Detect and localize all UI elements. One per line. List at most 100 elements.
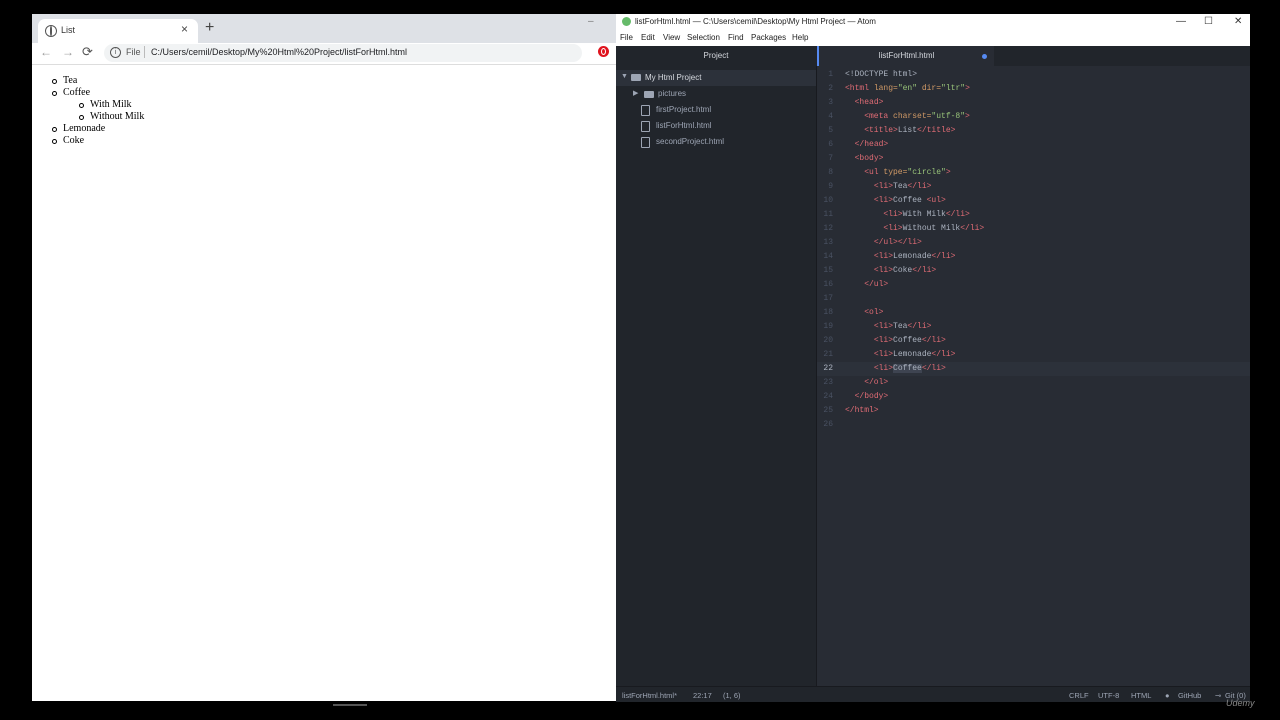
opera-extension-icon[interactable]: [598, 46, 609, 57]
url-text[interactable]: C:/Users/cemil/Desktop/My%20Html%20Proje…: [151, 47, 407, 57]
code-line[interactable]: 11 <li>With Milk</li>: [817, 208, 1250, 222]
code-line[interactable]: 1 <!DOCTYPE html>: [817, 68, 1250, 82]
code-line[interactable]: 3 <head>: [817, 96, 1250, 110]
code-text: <li>Lemonade</li>: [845, 348, 956, 362]
code-line[interactable]: 5 <title>List</title>: [817, 124, 1250, 138]
code-line[interactable]: 22 <li>Coffee</li>: [817, 362, 1250, 376]
code-line[interactable]: 23 </ol>: [817, 376, 1250, 390]
line-number: 21: [823, 350, 833, 359]
code-line[interactable]: 8 <ul type="circle">: [817, 166, 1250, 180]
close-button[interactable]: ✕: [1234, 15, 1242, 29]
line-number: 6: [828, 140, 833, 149]
code-line[interactable]: 14 <li>Lemonade</li>: [817, 250, 1250, 264]
line-number: 8: [828, 168, 833, 177]
folder-icon: [631, 74, 641, 81]
code-line[interactable]: 26: [817, 418, 1250, 432]
code-text: </ol>: [845, 376, 888, 390]
menu-selection[interactable]: Selection: [687, 33, 720, 42]
list-item: Tea: [32, 75, 616, 87]
status-file-name[interactable]: listForHtml.html*: [622, 691, 677, 700]
minimize-button[interactable]: —: [1176, 15, 1186, 29]
code-line[interactable]: 20 <li>Coffee</li>: [817, 334, 1250, 348]
divider: [144, 46, 145, 58]
code-line[interactable]: 4 <meta charset="utf-8">: [817, 110, 1250, 124]
tab-project[interactable]: Project: [616, 46, 816, 66]
code-line[interactable]: 16 </ul>: [817, 278, 1250, 292]
tab-close-icon[interactable]: ×: [181, 22, 188, 36]
chevron-down-icon: ▼: [621, 73, 628, 80]
code-text: <li>Coffee</li>: [845, 334, 946, 348]
reload-button[interactable]: ⟳: [82, 44, 93, 60]
folder-icon: [644, 91, 654, 98]
code-token: charset=: [893, 112, 932, 121]
tree-root-folder[interactable]: ▼ My Html Project: [616, 70, 816, 86]
maximize-button[interactable]: ☐: [1204, 15, 1213, 29]
code-line[interactable]: 15 <li>Coke</li>: [817, 264, 1250, 278]
code-line[interactable]: 18 <ol>: [817, 306, 1250, 320]
status-line-ending[interactable]: CRLF: [1069, 691, 1089, 700]
address-bar[interactable]: i File C:/Users/cemil/Desktop/My%20Html%…: [104, 44, 582, 62]
line-number: 24: [823, 392, 833, 401]
menu-edit[interactable]: Edit: [641, 33, 655, 42]
code-text: <ul type="circle">: [845, 166, 950, 180]
line-number: 10: [823, 196, 833, 205]
back-button[interactable]: ←: [40, 44, 52, 60]
code-line[interactable]: 25 </html>: [817, 404, 1250, 418]
tree-root-label: My Html Project: [645, 73, 702, 82]
file-icon: [641, 137, 650, 148]
status-selection-count[interactable]: (1, 6): [723, 691, 741, 700]
code-text: </ul></li>: [845, 236, 922, 250]
code-line[interactable]: 7 <body>: [817, 152, 1250, 166]
code-line[interactable]: 12 <li>Without Milk</li>: [817, 222, 1250, 236]
code-line[interactable]: 10 <li>Coffee <ul>: [817, 194, 1250, 208]
code-line[interactable]: 6 </head>: [817, 138, 1250, 152]
code-token: type=: [883, 168, 908, 177]
tab-editor[interactable]: listForHtml.html: [817, 46, 994, 66]
browser-tab-title: List: [61, 25, 76, 35]
code-line[interactable]: 19 <li>Tea</li>: [817, 320, 1250, 334]
code-text: </head>: [845, 138, 889, 152]
github-icon[interactable]: ●: [1165, 691, 1170, 700]
browser-window: List × + – ← → ⟳ i File C:/Users/cemil/D…: [32, 14, 616, 701]
code-line[interactable]: 24 </body>: [817, 390, 1250, 404]
minimize-icon[interactable]: –: [588, 16, 594, 27]
info-icon[interactable]: i: [110, 47, 121, 58]
code-token: <li>: [873, 252, 894, 261]
forward-button[interactable]: →: [62, 44, 74, 60]
code-text: <title>List</title>: [845, 124, 955, 138]
modified-indicator-icon[interactable]: [982, 54, 987, 59]
code-token: <li>: [883, 210, 903, 219]
status-encoding[interactable]: UTF-8: [1098, 691, 1119, 700]
code-line[interactable]: 2 <html lang="en" dir="ltr">: [817, 82, 1250, 96]
status-github[interactable]: GitHub: [1178, 691, 1201, 700]
code-token: <meta: [864, 112, 894, 121]
code-text: <body>: [845, 152, 884, 166]
code-line[interactable]: 21 <li>Lemonade</li>: [817, 348, 1250, 362]
code-token: </li>: [960, 224, 985, 233]
code-editor[interactable]: 1 <!DOCTYPE html> 2 <html lang="en" dir="lt…: [817, 66, 1250, 686]
new-tab-button[interactable]: +: [205, 19, 214, 37]
status-grammar[interactable]: HTML: [1131, 691, 1151, 700]
code-token: Lemonade: [893, 252, 932, 261]
code-line[interactable]: 13 </ul></li>: [817, 236, 1250, 250]
code-token: <li>: [873, 336, 894, 345]
code-line[interactable]: 9 <li>Tea</li>: [817, 180, 1250, 194]
menu-file[interactable]: File: [620, 33, 633, 42]
git-branch-icon[interactable]: ⊸: [1215, 691, 1221, 700]
menu-help[interactable]: Help: [792, 33, 808, 42]
menu-view[interactable]: View: [663, 33, 680, 42]
code-token: <li>: [873, 322, 894, 331]
code-token: </li>: [907, 322, 932, 331]
code-line[interactable]: 17: [817, 292, 1250, 306]
code-token: <ul>: [926, 196, 946, 205]
code-token: </li>: [931, 252, 956, 261]
browser-tab[interactable]: List ×: [38, 19, 198, 43]
status-cursor-position[interactable]: 22:17: [693, 691, 712, 700]
menu-packages[interactable]: Packages: [751, 33, 786, 42]
menu-find[interactable]: Find: [728, 33, 744, 42]
list-item: Coffee: [32, 87, 616, 99]
